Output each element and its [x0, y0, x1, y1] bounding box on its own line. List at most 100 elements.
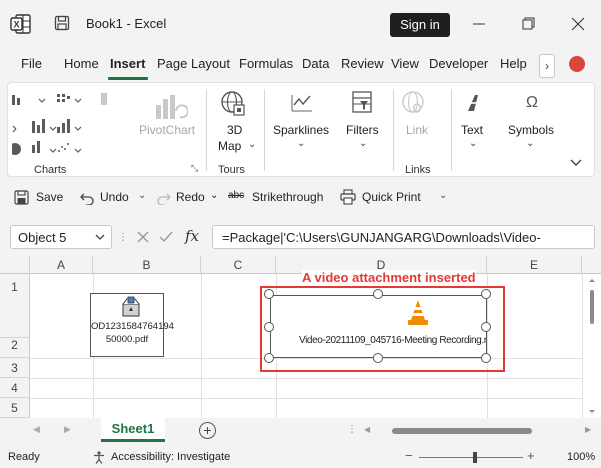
resize-handle[interactable] [481, 353, 491, 363]
link-button[interactable]: Link [406, 123, 428, 137]
name-box[interactable]: Object 5 [10, 225, 112, 249]
resize-handle[interactable] [481, 322, 491, 332]
customize-toolbar-icon[interactable]: ⌄ [439, 190, 447, 201]
tab-page-layout[interactable]: Page Layout [157, 56, 230, 71]
row-header-5[interactable]: 5 [0, 398, 30, 418]
pivotchart-icon [148, 91, 189, 121]
select-all-corner[interactable] [0, 256, 30, 274]
add-sheet-button[interactable]: + [199, 422, 216, 439]
resize-handle[interactable] [264, 289, 274, 299]
formula-bar-grip-icon: ⋮ [118, 232, 128, 243]
scroll-right-icon[interactable]: ▶ [585, 425, 591, 434]
charts-dialog-launcher-icon[interactable]: ⤡ [191, 163, 198, 174]
record-icon[interactable] [569, 56, 585, 72]
redo-button[interactable]: Redo [176, 190, 205, 204]
chevron-down-icon[interactable]: ⌄ [526, 138, 534, 149]
resize-handle[interactable] [481, 289, 491, 299]
strikethrough-button[interactable]: Strikethrough [252, 190, 323, 204]
gridline [201, 274, 202, 418]
3d-map-button[interactable]: Map [218, 139, 241, 153]
tab-review[interactable]: Review [341, 56, 384, 71]
scroll-left-icon[interactable]: ◀ [364, 425, 370, 434]
resize-handle[interactable] [373, 353, 383, 363]
tab-view[interactable]: View [391, 56, 419, 71]
zoom-out-button[interactable]: − [405, 448, 413, 463]
redo-dropdown-icon[interactable]: ⌄ [210, 190, 218, 201]
column-header-e[interactable]: E [487, 256, 582, 274]
scroll-right-sheet-icon[interactable]: ▶ [64, 424, 71, 435]
ribbon-collapse-icon[interactable] [568, 155, 584, 171]
zoom-level[interactable]: 100% [567, 451, 595, 463]
quick-print-button[interactable]: Quick Print [362, 190, 421, 204]
status-ready: Ready [8, 451, 40, 463]
sheet-tab-sheet1[interactable]: Sheet1 [101, 418, 165, 442]
pivotchart-button[interactable]: PivotChart [139, 123, 195, 137]
tab-help[interactable]: Help [500, 56, 527, 71]
column-header-a[interactable]: A [30, 256, 93, 274]
title-bar: X Book1 - Excel Sign in [0, 0, 601, 46]
row-header-4[interactable]: 4 [0, 378, 30, 398]
tab-splitter-icon[interactable]: ⋮ [347, 424, 357, 435]
excel-logo-icon: X [10, 13, 32, 35]
3d-map-label-line1[interactable]: 3D [227, 123, 242, 137]
zoom-slider-track[interactable] [419, 457, 523, 458]
tab-developer[interactable]: Developer [429, 56, 488, 71]
undo-button[interactable]: Undo [100, 190, 129, 204]
cancel-icon[interactable] [135, 229, 151, 245]
resize-handle[interactable] [264, 322, 274, 332]
ribbon-separator [393, 89, 394, 171]
resize-handle[interactable] [373, 289, 383, 299]
ribbon-tabs: File Home Insert Page Layout Formulas Da… [0, 46, 601, 82]
text-button[interactable]: Text [461, 123, 483, 137]
insert-function-button[interactable]: fx [185, 227, 199, 245]
scroll-left-sheet-icon[interactable]: ◀ [33, 424, 40, 435]
filters-button[interactable]: Filters [346, 123, 379, 137]
horizontal-scrollbar-thumb[interactable] [392, 428, 532, 434]
row-header-2[interactable]: 2 [0, 338, 30, 358]
undo-dropdown-icon[interactable]: ⌄ [138, 190, 146, 201]
tab-home[interactable]: Home [64, 56, 99, 71]
column-header-b[interactable]: B [93, 256, 201, 274]
close-icon[interactable] [565, 11, 591, 37]
symbols-button[interactable]: Symbols [508, 123, 554, 137]
gridline [582, 274, 583, 418]
link-icon [400, 89, 428, 117]
tab-data[interactable]: Data [302, 56, 329, 71]
resize-handle[interactable] [264, 353, 274, 363]
quick-access-toolbar: Save Undo ⌄ Redo ⌄ abc Strikethrough Qui… [7, 182, 595, 214]
accessibility-status[interactable]: Accessibility: Investigate [111, 451, 230, 463]
zoom-in-button[interactable]: + [527, 448, 535, 463]
minimize-icon[interactable] [466, 11, 492, 37]
embedded-pdf-object[interactable]: OD1231584764194 50000.pdf [90, 293, 174, 357]
row-header-1[interactable]: 1 [0, 274, 30, 338]
chevron-down-icon[interactable]: ⌄ [248, 139, 256, 150]
quick-print-icon [340, 189, 356, 205]
column-header-c[interactable]: C [201, 256, 276, 274]
formula-input[interactable]: =Package|'C:\Users\GUNJANGARG\Downloads\… [212, 225, 595, 249]
chevron-down-icon[interactable]: ⌄ [297, 138, 305, 149]
chevron-down-icon[interactable]: ⌄ [359, 138, 367, 149]
ribbon-separator [264, 89, 265, 171]
chevron-down-icon[interactable] [94, 231, 106, 246]
formula-text: =Package|'C:\Users\GUNJANGARG\Downloads\… [222, 230, 541, 245]
tab-insert[interactable]: Insert [110, 56, 145, 71]
tab-formulas[interactable]: Formulas [239, 56, 293, 71]
save-button[interactable]: Save [36, 190, 63, 204]
enter-icon[interactable] [158, 229, 174, 245]
vertical-scrollbar[interactable] [586, 276, 598, 416]
sign-in-button[interactable]: Sign in [390, 13, 450, 37]
status-bar: Ready Accessibility: Investigate − + 100… [0, 446, 601, 468]
sparklines-button[interactable]: Sparklines [273, 123, 329, 137]
strikethrough-icon: abc [228, 190, 245, 201]
chevron-down-icon[interactable]: ⌄ [469, 138, 477, 149]
tab-file[interactable]: File [21, 56, 42, 71]
restore-icon[interactable] [516, 11, 542, 37]
row-header-3[interactable]: 3 [0, 358, 30, 378]
save-icon[interactable] [54, 15, 70, 31]
worksheet-grid[interactable]: A B C D E 1 2 3 4 5 OD1231584764194 5000… [0, 256, 601, 418]
embedded-video-object[interactable]: Video-20211109_045716-Meeting Recording.… [270, 295, 487, 358]
tabs-scroll-button[interactable]: › [539, 54, 555, 78]
pdf-object-name-line1: OD1231584764194 [91, 321, 174, 332]
accessibility-icon [92, 450, 106, 464]
zoom-slider-thumb[interactable] [473, 452, 477, 463]
